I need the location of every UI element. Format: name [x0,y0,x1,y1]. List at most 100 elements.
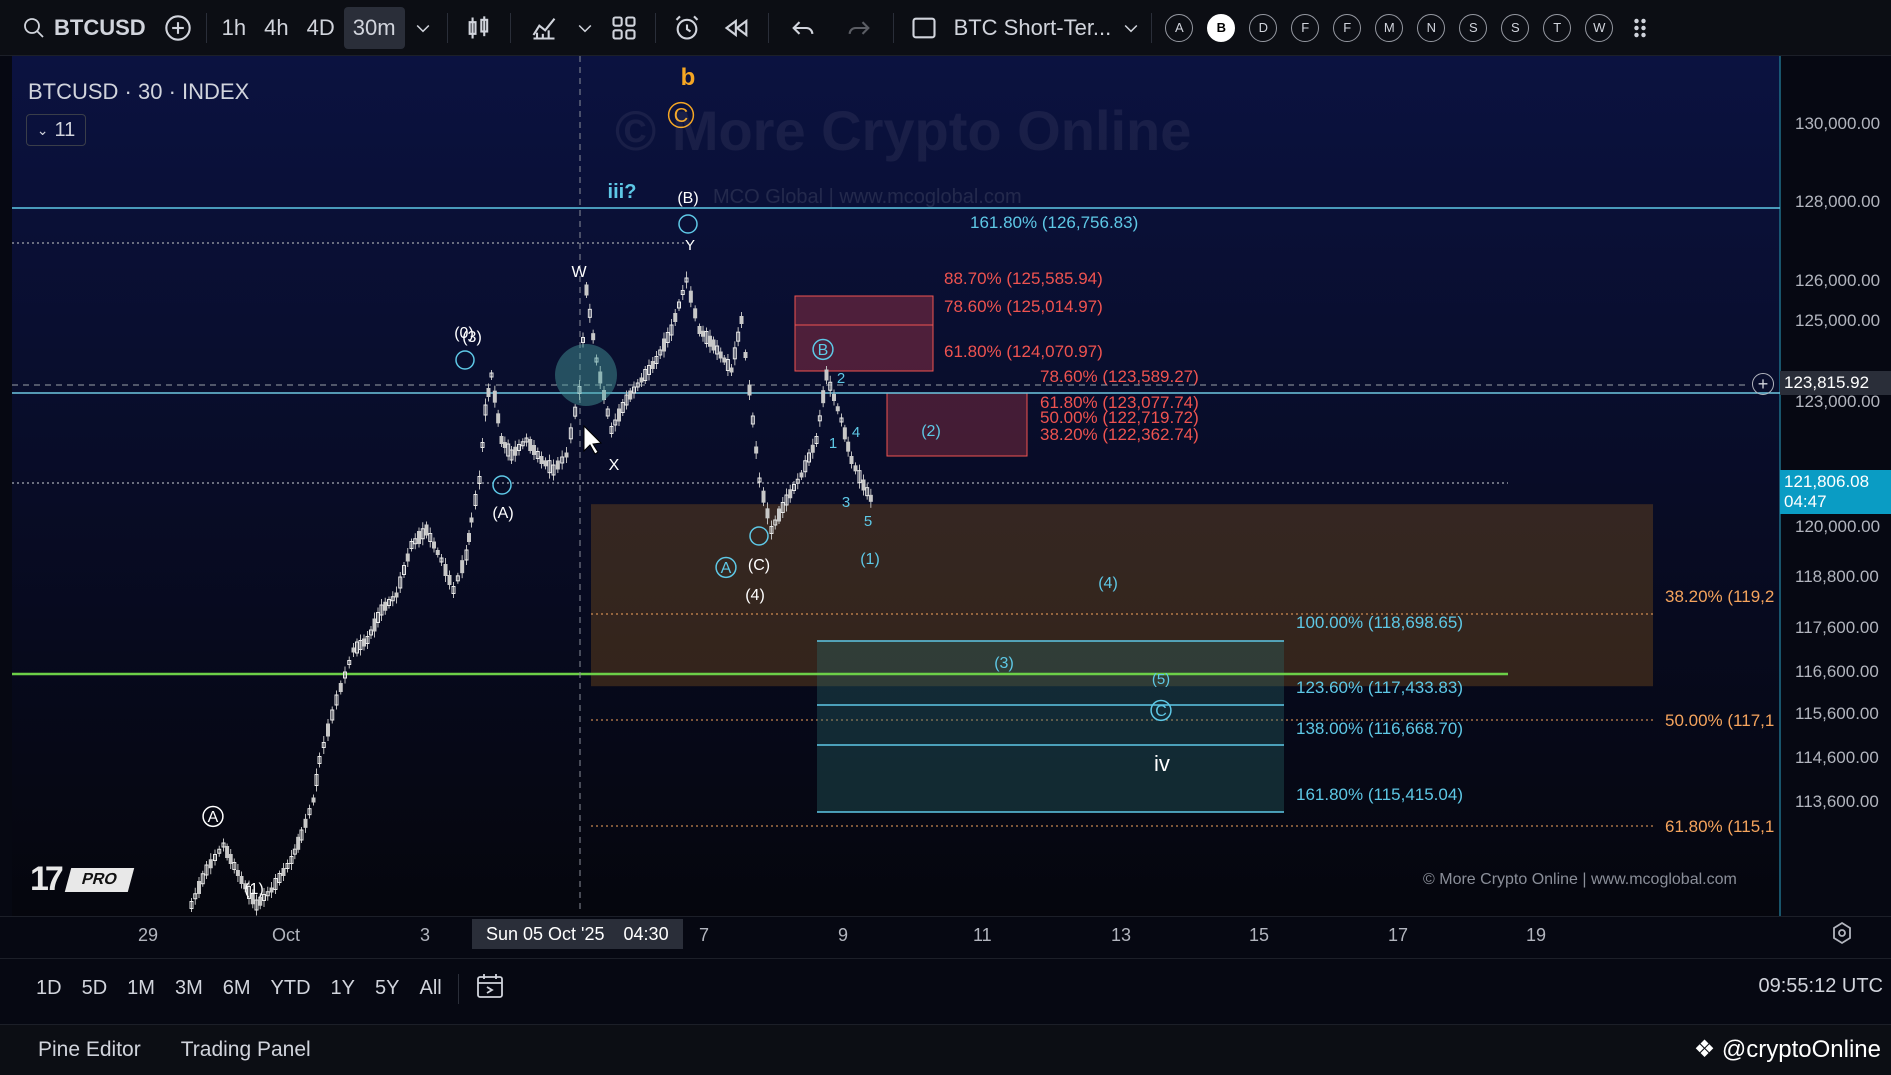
wave-label: (3) [462,329,482,346]
quick-letter-a[interactable]: A [1165,13,1194,42]
layout-dropdown[interactable] [1117,7,1145,49]
indicator-collapse-button[interactable]: ⌄ 11 [26,114,86,146]
wave-label: C [1155,703,1167,720]
layout-icon-button[interactable] [900,7,948,49]
time-crosshair-label: Sun 05 Oct '25 04:30 [472,919,683,949]
candle-body [722,357,727,363]
fib-orange-label: 38.20% (119,2 [1665,587,1774,606]
tab-pine-editor[interactable]: Pine Editor [0,1038,161,1062]
time-tick: 17 [1388,925,1409,945]
wave-label: 4 [852,424,860,441]
wave-label: 1 [829,435,837,452]
candle-body [729,367,734,373]
candle-body [711,339,716,351]
candle-body [372,618,377,632]
candle-body [747,384,752,396]
wave-label: (4) [1098,575,1118,592]
search-icon [24,17,44,38]
range-1m[interactable]: 1M [117,977,165,1000]
separator [509,12,511,43]
candle-body [662,338,666,352]
candle-body [617,408,621,422]
range-5y[interactable]: 5Y [365,977,409,1000]
range-1d[interactable]: 1D [26,977,72,1000]
candle-body [739,316,744,324]
symbol-search-button[interactable]: BTCUSD [0,7,156,49]
watermark-subtitle: MCO Global | www.mcoglobal.com [713,186,1022,208]
candle-body [810,444,815,453]
candle-body [697,326,702,334]
drag-dots-icon [1634,18,1646,37]
quick-letter-s1[interactable]: S [1459,13,1488,42]
fib-cyan-label: 161.80% (126,756.83) [970,213,1138,232]
candle-body [258,896,263,906]
quick-letter-b[interactable]: B [1207,13,1236,42]
brand-text: @cryptoOnline [1721,1036,1881,1063]
candle-body [824,369,829,381]
interval-4d[interactable]: 4D [298,7,344,49]
range-all[interactable]: All [409,977,451,1000]
chart-canvas[interactable]: 38.20% (119,2 50.00% (117,1 61.80% (115,1 1… [0,56,1891,916]
candle-body [849,456,854,464]
layouts-button[interactable] [599,7,649,49]
chart-legend-title[interactable]: BTCUSD · 30 · INDEX [28,79,249,105]
last-price: 121,806.08 [1784,472,1870,491]
compare-symbol-button[interactable] [156,7,200,49]
axis-settings-button[interactable] [1830,921,1854,951]
interval-4h[interactable]: 4h [255,7,297,49]
candle-body [628,390,633,400]
quick-letter-f1[interactable]: F [1291,13,1320,42]
replay-button[interactable] [712,7,762,49]
candle-body [846,441,851,452]
fib-cyan-zone [817,641,1284,812]
range-3m[interactable]: 3M [165,977,213,1000]
crosshair-date: Sun 05 Oct '25 [486,924,605,944]
fib-red-label: 88.70% (125,585.94) [944,269,1103,288]
candle-body [832,394,836,401]
price-tick: 125,000.00 [1795,311,1881,330]
redo-button[interactable] [831,7,887,49]
layout-name[interactable]: BTC Short-Ter... [948,7,1118,49]
candle-body [564,452,569,458]
indicators-dropdown[interactable] [571,7,599,49]
price-tick: 118,800.00 [1795,567,1879,586]
candle-body [208,859,213,869]
goto-date-button[interactable] [465,972,515,1006]
candle-body [673,313,678,322]
quick-letter-m[interactable]: M [1375,13,1404,42]
quick-letter-w[interactable]: W [1585,13,1614,42]
candle-body [496,413,501,424]
alert-button[interactable] [662,7,712,49]
candle-body [269,887,274,893]
separator [457,973,459,1004]
utc-clock[interactable]: 09:55:12 UTC [1758,975,1883,998]
undo-button[interactable] [775,7,831,49]
quick-letter-s2[interactable]: S [1501,13,1530,42]
candle-body [639,377,644,383]
interval-1h[interactable]: 1h [213,7,255,49]
more-tools-button[interactable] [1620,7,1660,49]
interval-30m[interactable]: 30m [343,6,405,49]
range-6m[interactable]: 6M [213,977,261,1000]
time-axis[interactable]: 29 Oct 3 Sun 05 Oct '25 04:30 7 9 11 13 … [0,916,1891,951]
range-1y[interactable]: 1Y [321,977,365,1000]
tab-trading-panel[interactable]: Trading Panel [161,1038,331,1062]
wave-label: (5) [1152,671,1170,688]
quick-letter-d[interactable]: D [1249,13,1278,42]
range-ytd[interactable]: YTD [261,977,321,1000]
interval-dropdown[interactable] [405,7,441,49]
candle-body [469,517,474,523]
chart-type-button[interactable] [454,7,504,49]
watermark-footer: © More Crypto Online | www.mcoglobal.com [1423,871,1737,888]
quick-letter-f2[interactable]: F [1333,13,1362,42]
range-5d[interactable]: 5D [72,977,118,1000]
fib-red-label: 78.60% (123,589.27) [1040,367,1199,386]
quick-letter-n[interactable]: N [1417,13,1446,42]
time-tick: 19 [1526,925,1547,945]
crosshair-time: 04:30 [623,924,669,944]
indicators-button[interactable] [517,7,571,49]
add-alert-plus-icon[interactable]: + [1752,373,1774,395]
rewind-icon [724,18,747,37]
quick-letter-t[interactable]: T [1543,13,1572,42]
chart-pane[interactable]: 38.20% (119,2 50.00% (117,1 61.80% (115,1 1… [0,56,1891,916]
